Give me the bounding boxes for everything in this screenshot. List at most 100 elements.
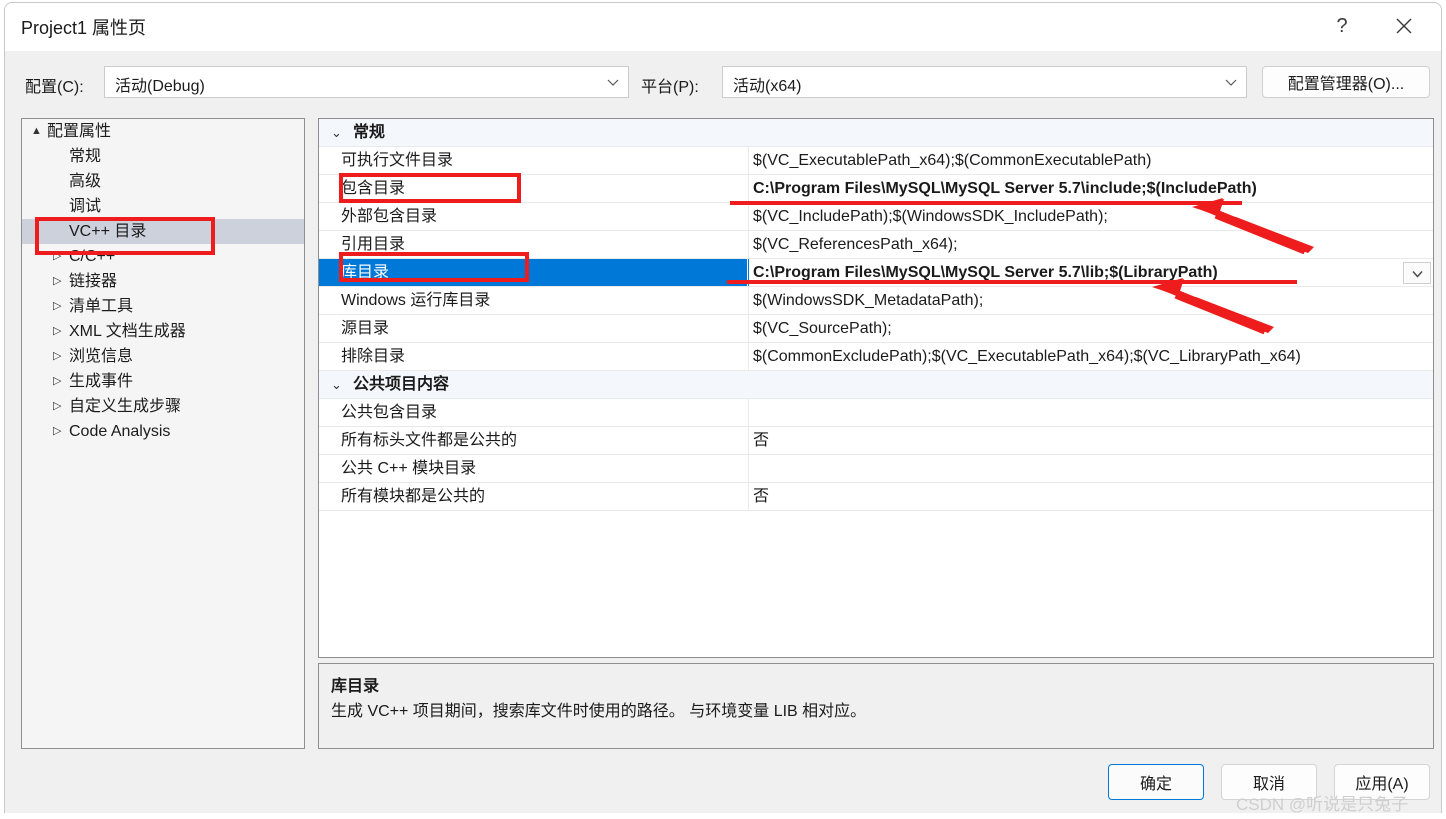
property-name: 包含目录 bbox=[341, 180, 406, 197]
property-row[interactable]: 引用目录 $(VC_ReferencesPath_x64); bbox=[319, 231, 1433, 259]
sidebar-item-11[interactable]: ▷ 自定义生成步骤 bbox=[22, 394, 304, 419]
chevron-down-icon[interactable]: ⌄ bbox=[331, 119, 342, 146]
description-title: 库目录 bbox=[331, 678, 380, 695]
sidebar-item-label: 调试 bbox=[69, 198, 102, 215]
sidebar-item-1[interactable]: 常规 bbox=[22, 144, 304, 169]
property-row[interactable]: 排除目录 $(CommonExcludePath);$(VC_Executable… bbox=[319, 343, 1433, 371]
collapsed-triangle-icon[interactable]: ▷ bbox=[53, 344, 61, 369]
property-name: 所有模块都是公共的 bbox=[341, 488, 486, 505]
sidebar-item-6[interactable]: ▷ 链接器 bbox=[22, 269, 304, 294]
description-pane: 库目录 生成 VC++ 项目期间，搜索库文件时使用的路径。 与环境变量 LIB … bbox=[318, 663, 1434, 749]
property-row[interactable]: 可执行文件目录 $(VC_ExecutablePath_x64);$(Common… bbox=[319, 147, 1433, 175]
question-mark-icon: ? bbox=[1336, 14, 1348, 37]
sidebar-item-label: 高级 bbox=[69, 173, 102, 190]
property-row[interactable]: 公共包含目录 bbox=[319, 399, 1433, 427]
property-name: 库目录 bbox=[319, 259, 747, 286]
property-value[interactable] bbox=[749, 399, 1433, 426]
property-name: 所有标头文件都是公共的 bbox=[341, 432, 518, 449]
property-value[interactable]: $(WindowsSDK_MetadataPath); bbox=[749, 287, 1433, 314]
property-pages-dialog: Project1 属性页 ? 配置(C): 活动(Debug) 平台(P): 活… bbox=[4, 2, 1442, 815]
property-value[interactable]: 否 bbox=[749, 483, 1433, 510]
property-row[interactable]: 库目录 C:\Program Files\MySQL\MySQL Server 5… bbox=[319, 259, 1433, 287]
property-name: Windows 运行库目录 bbox=[341, 292, 491, 309]
sidebar-item-12[interactable]: ▷ Code Analysis bbox=[22, 419, 304, 444]
sidebar-item-4[interactable]: VC++ 目录 bbox=[22, 219, 304, 244]
sidebar-item-label: 自定义生成步骤 bbox=[69, 398, 182, 415]
sidebar-item-label: C/C++ bbox=[69, 248, 116, 265]
property-name: 公共 C++ 模块目录 bbox=[341, 460, 477, 477]
sidebar-item-2[interactable]: 高级 bbox=[22, 169, 304, 194]
sidebar-item-9[interactable]: ▷ 浏览信息 bbox=[22, 344, 304, 369]
platform-label: 平台(P): bbox=[641, 79, 699, 96]
close-button[interactable] bbox=[1381, 3, 1427, 49]
chevron-down-icon bbox=[607, 79, 619, 86]
property-grid[interactable]: ⌄ 常规可执行文件目录 $(VC_ExecutablePath_x64);$(Com… bbox=[318, 118, 1434, 658]
property-row[interactable]: Windows 运行库目录 $(WindowsSDK_MetadataPath); bbox=[319, 287, 1433, 315]
property-value[interactable]: $(VC_IncludePath);$(WindowsSDK_IncludePa… bbox=[749, 203, 1433, 230]
sidebar-item-label: 生成事件 bbox=[69, 373, 134, 390]
collapsed-triangle-icon[interactable]: ▷ bbox=[53, 244, 61, 269]
sidebar-item-label: 配置属性 bbox=[47, 123, 112, 140]
property-name: 排除目录 bbox=[341, 348, 406, 365]
description-body: 生成 VC++ 项目期间，搜索库文件时使用的路径。 与环境变量 LIB 相对应。 bbox=[331, 703, 867, 720]
chevron-down-icon bbox=[1411, 270, 1423, 278]
property-value[interactable] bbox=[749, 455, 1433, 482]
property-value[interactable]: $(CommonExcludePath);$(VC_ExecutablePath… bbox=[749, 343, 1433, 370]
configuration-value: 活动(Debug) bbox=[115, 78, 205, 95]
property-row[interactable]: 公共 C++ 模块目录 bbox=[319, 455, 1433, 483]
chevron-down-icon bbox=[1225, 79, 1237, 86]
platform-select[interactable]: 活动(x64) bbox=[722, 66, 1247, 98]
property-category-label: 常规 bbox=[353, 124, 386, 141]
property-value[interactable]: $(VC_ReferencesPath_x64); bbox=[749, 231, 1433, 258]
sidebar-item-5[interactable]: ▷ C/C++ bbox=[22, 244, 304, 269]
property-value[interactable]: C:\Program Files\MySQL\MySQL Server 5.7\… bbox=[749, 259, 1433, 286]
sidebar-item-10[interactable]: ▷ 生成事件 bbox=[22, 369, 304, 394]
collapsed-triangle-icon[interactable]: ▷ bbox=[53, 319, 61, 344]
sidebar-item-label: XML 文档生成器 bbox=[69, 323, 186, 340]
sidebar-item-0[interactable]: ▲ 配置属性 bbox=[22, 119, 304, 144]
collapsed-triangle-icon[interactable]: ▷ bbox=[53, 394, 61, 419]
sidebar-item-label: VC++ 目录 bbox=[69, 223, 147, 240]
property-row[interactable]: 外部包含目录 $(VC_IncludePath);$(WindowsSDK_Inc… bbox=[319, 203, 1433, 231]
property-name: 可执行文件目录 bbox=[341, 152, 454, 169]
sidebar-item-label: 常规 bbox=[69, 148, 102, 165]
configuration-manager-button[interactable]: 配置管理器(O)... bbox=[1262, 66, 1430, 98]
configuration-bar: 配置(C): 活动(Debug) 平台(P): 活动(x64) 配置管理器(O)… bbox=[5, 51, 1441, 117]
property-category-1[interactable]: ⌄ 公共项目内容 bbox=[319, 371, 1433, 399]
collapsed-triangle-icon[interactable]: ▷ bbox=[53, 294, 61, 319]
page-bottom-edge bbox=[0, 813, 1446, 819]
property-name: 引用目录 bbox=[341, 236, 406, 253]
sidebar-item-label: 清单工具 bbox=[69, 298, 134, 315]
help-button[interactable]: ? bbox=[1319, 3, 1365, 49]
property-value[interactable]: $(VC_SourcePath); bbox=[749, 315, 1433, 342]
property-row[interactable]: 所有标头文件都是公共的 否 bbox=[319, 427, 1433, 455]
property-row[interactable]: 包含目录 C:\Program Files\MySQL\MySQL Server … bbox=[319, 175, 1433, 203]
property-row[interactable]: 源目录 $(VC_SourcePath); bbox=[319, 315, 1433, 343]
property-category-label: 公共项目内容 bbox=[353, 376, 450, 393]
property-row[interactable]: 所有模块都是公共的 否 bbox=[319, 483, 1433, 511]
expanded-triangle-icon[interactable]: ▲ bbox=[31, 119, 42, 144]
configuration-select[interactable]: 活动(Debug) bbox=[104, 66, 629, 98]
sidebar-item-label: Code Analysis bbox=[69, 423, 171, 440]
property-tree-sidebar[interactable]: ▲ 配置属性常规高级调试 VC++ 目录 ▷ C/C++ ▷ 链接器 ▷ 清单工具 ▷ XML 文档… bbox=[21, 118, 305, 749]
property-category-0[interactable]: ⌄ 常规 bbox=[319, 119, 1433, 147]
chevron-down-icon[interactable]: ⌄ bbox=[331, 371, 342, 398]
page-title: Project1 属性页 bbox=[21, 18, 147, 38]
close-icon bbox=[1396, 18, 1412, 34]
title-bar: Project1 属性页 ? bbox=[5, 3, 1441, 51]
collapsed-triangle-icon[interactable]: ▷ bbox=[53, 369, 61, 394]
row-dropdown-button[interactable] bbox=[1403, 262, 1431, 284]
sidebar-item-7[interactable]: ▷ 清单工具 bbox=[22, 294, 304, 319]
sidebar-item-label: 链接器 bbox=[69, 273, 118, 290]
sidebar-item-label: 浏览信息 bbox=[69, 348, 134, 365]
configuration-label: 配置(C): bbox=[25, 79, 84, 96]
sidebar-item-8[interactable]: ▷ XML 文档生成器 bbox=[22, 319, 304, 344]
property-value[interactable]: 否 bbox=[749, 427, 1433, 454]
collapsed-triangle-icon[interactable]: ▷ bbox=[53, 419, 61, 444]
collapsed-triangle-icon[interactable]: ▷ bbox=[53, 269, 61, 294]
ok-button[interactable]: 确定 bbox=[1108, 764, 1204, 800]
property-value[interactable]: $(VC_ExecutablePath_x64);$(CommonExecuta… bbox=[749, 147, 1433, 174]
sidebar-item-3[interactable]: 调试 bbox=[22, 194, 304, 219]
property-name: 外部包含目录 bbox=[341, 208, 438, 225]
property-value[interactable]: C:\Program Files\MySQL\MySQL Server 5.7\… bbox=[749, 175, 1433, 202]
